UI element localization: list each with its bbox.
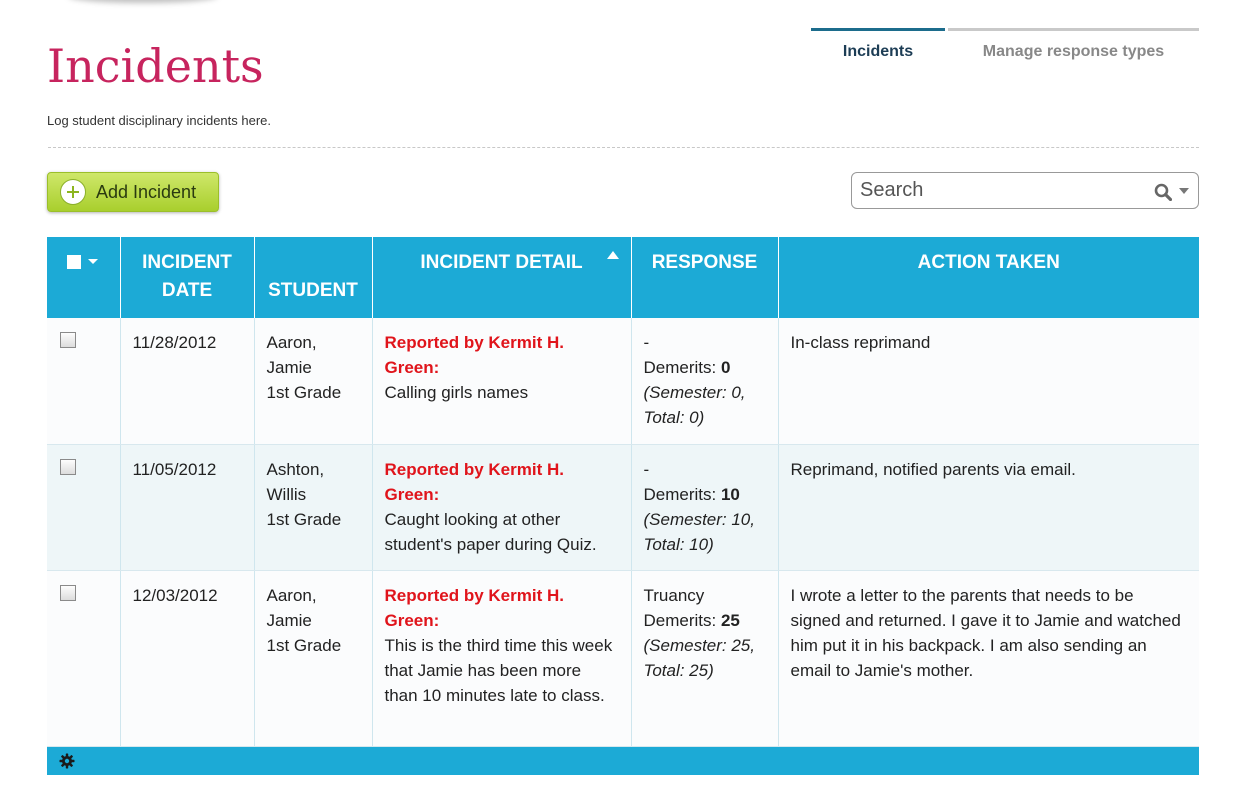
header-student-label: STUDENT bbox=[268, 280, 358, 301]
incident-date: 11/28/2012 bbox=[120, 318, 255, 445]
response-type: - bbox=[643, 459, 650, 479]
response-cell: - Demerits: 0 (Semester: 0, Total: 0) bbox=[631, 318, 779, 445]
sort-ascending-icon bbox=[606, 251, 619, 259]
incidents-table: INCIDENT DATE STUDENT INCIDENT DETAIL RE… bbox=[47, 237, 1199, 747]
response-cell: - Demerits: 10 (Semester: 10, Total: 10) bbox=[631, 444, 779, 571]
demerits-value: 25 bbox=[720, 610, 740, 630]
student-name-first: Jamie bbox=[266, 610, 312, 630]
table-row[interactable]: 11/28/2012 Aaron, Jamie 1st Grade Report… bbox=[47, 318, 1199, 445]
column-header-response[interactable]: RESPONSE bbox=[631, 237, 779, 318]
table-row[interactable]: 11/05/2012 Ashton, Willis 1st Grade Repo… bbox=[47, 444, 1199, 571]
semester-demerits: (Semester: 25, bbox=[643, 635, 756, 655]
response-type: - bbox=[643, 333, 650, 352]
page-title: Incidents bbox=[47, 39, 264, 93]
demerits-label: Demerits: bbox=[643, 484, 721, 504]
reporter-label: Reported by Kermit H. Green: bbox=[384, 585, 564, 630]
incident-date: 12/03/2012 bbox=[120, 570, 255, 747]
incident-detail-cell: Reported by Kermit H. Green: This is the… bbox=[372, 570, 632, 747]
select-all-checkbox[interactable] bbox=[67, 255, 81, 269]
header-date-line2: DATE bbox=[161, 280, 213, 301]
student-name-last: Aaron, bbox=[266, 333, 317, 352]
student-name-last: Ashton, bbox=[266, 459, 325, 479]
demerits-value: 0 bbox=[720, 358, 731, 377]
table-footer-bar bbox=[47, 747, 1199, 775]
header-response-label: RESPONSE bbox=[651, 252, 758, 273]
student-grade: 1st Grade bbox=[266, 383, 342, 402]
search-input[interactable] bbox=[860, 177, 1140, 204]
student-name-last: Aaron, bbox=[266, 585, 317, 605]
incident-detail-cell: Reported by Kermit H. Green: Caught look… bbox=[372, 444, 632, 571]
student-grade: 1st Grade bbox=[266, 509, 342, 529]
search-options-chevron-down-icon[interactable] bbox=[1179, 188, 1189, 194]
column-header-action-taken[interactable]: ACTION TAKEN bbox=[778, 237, 1199, 318]
plus-circle-icon bbox=[60, 179, 86, 205]
action-taken-text: Reprimand, notified parents via email. bbox=[778, 444, 1199, 571]
header-date-line1: INCIDENT bbox=[142, 252, 232, 273]
row-checkbox[interactable] bbox=[60, 332, 76, 348]
incident-detail-text: Calling girls names bbox=[384, 383, 529, 402]
student-name-first: Jamie bbox=[266, 358, 312, 377]
incident-date: 11/05/2012 bbox=[120, 444, 255, 571]
response-type: Truancy bbox=[643, 585, 705, 605]
column-header-incident-detail[interactable]: INCIDENT DETAIL bbox=[372, 237, 632, 318]
student-cell: Aaron, Jamie 1st Grade bbox=[254, 318, 373, 445]
demerits-value: 10 bbox=[720, 484, 740, 504]
table-row[interactable]: 12/03/2012 Aaron, Jamie 1st Grade Report… bbox=[47, 570, 1199, 747]
student-cell: Ashton, Willis 1st Grade bbox=[254, 444, 373, 571]
student-grade: 1st Grade bbox=[266, 635, 342, 655]
column-header-student[interactable]: STUDENT bbox=[254, 237, 373, 318]
column-header-incident-date[interactable]: INCIDENT DATE bbox=[120, 237, 255, 318]
tab-incidents[interactable]: Incidents bbox=[811, 28, 945, 72]
total-demerits: Total: 10) bbox=[643, 534, 714, 554]
gear-icon[interactable] bbox=[59, 753, 75, 769]
select-all-column-header bbox=[47, 237, 121, 318]
total-demerits: Total: 25) bbox=[643, 660, 714, 680]
student-cell: Aaron, Jamie 1st Grade bbox=[254, 570, 373, 747]
search-icon[interactable] bbox=[1154, 183, 1172, 201]
add-incident-label: Add Incident bbox=[96, 181, 197, 202]
semester-demerits: (Semester: 10, bbox=[643, 509, 756, 529]
total-demerits: Total: 0) bbox=[643, 408, 705, 427]
reporter-label: Reported by Kermit H. Green: bbox=[384, 459, 564, 504]
row-checkbox[interactable] bbox=[60, 584, 76, 601]
incident-detail-text: Caught looking at other student's paper … bbox=[384, 509, 597, 554]
select-options-chevron-down-icon[interactable] bbox=[88, 259, 98, 264]
response-cell: Truancy Demerits: 25 (Semester: 25, Tota… bbox=[631, 570, 779, 747]
action-taken-text: I wrote a letter to the parents that nee… bbox=[778, 570, 1199, 747]
page-subtitle: Log student disciplinary incidents here. bbox=[47, 113, 272, 128]
tab-bar: Incidents Manage response types bbox=[811, 28, 1199, 72]
incident-detail-text: This is the third time this week that Ja… bbox=[384, 635, 613, 705]
header-action-label: ACTION TAKEN bbox=[917, 252, 1060, 273]
dashed-divider bbox=[48, 147, 1199, 148]
incident-detail-cell: Reported by Kermit H. Green: Calling gir… bbox=[372, 318, 632, 445]
reporter-label: Reported by Kermit H. Green: bbox=[384, 333, 564, 377]
add-incident-button[interactable]: Add Incident bbox=[47, 172, 219, 212]
action-taken-text: In-class reprimand bbox=[778, 318, 1199, 445]
demerits-label: Demerits: bbox=[643, 358, 721, 377]
header-detail-label: INCIDENT DETAIL bbox=[420, 252, 583, 273]
semester-demerits: (Semester: 0, bbox=[643, 383, 746, 402]
student-name-first: Willis bbox=[266, 484, 307, 504]
row-checkbox[interactable] bbox=[60, 458, 76, 475]
search-box bbox=[851, 172, 1199, 209]
demerits-label: Demerits: bbox=[643, 610, 721, 630]
tab-manage-response-types[interactable]: Manage response types bbox=[948, 28, 1199, 72]
